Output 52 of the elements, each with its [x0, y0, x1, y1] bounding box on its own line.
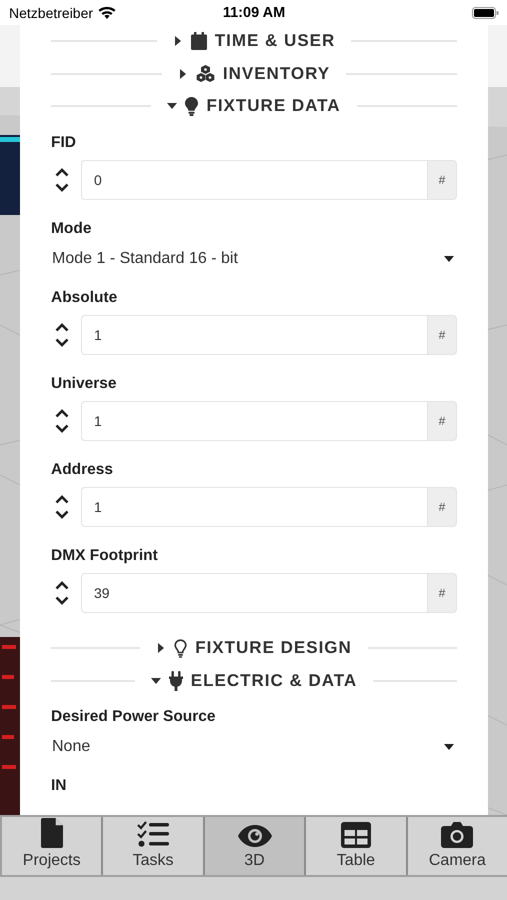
decrement-icon[interactable] — [55, 182, 69, 192]
section-header[interactable]: TIME & USER — [170, 31, 338, 52]
checklist-icon — [137, 821, 170, 848]
increment-icon[interactable] — [55, 580, 69, 590]
field-label: Absolute — [51, 288, 118, 308]
number-field[interactable]: 0 — [81, 160, 427, 200]
file-icon — [40, 818, 63, 848]
decrement-icon[interactable] — [55, 510, 69, 519]
cubes-icon — [196, 65, 215, 82]
field-label: IN — [51, 776, 66, 796]
eye-icon — [236, 824, 273, 848]
section-header[interactable]: FIXTURE DESIGN — [154, 638, 354, 658]
lightbulb-icon — [174, 638, 188, 658]
camera-icon — [441, 821, 474, 848]
field-label: Mode — [51, 218, 92, 239]
unit-addon: # — [427, 400, 457, 441]
select-dropdown[interactable]: None — [51, 736, 457, 757]
decrement-icon[interactable] — [55, 424, 69, 433]
field-label: DMX Footprint — [51, 546, 158, 566]
section-header[interactable]: ELECTRIC & DATA — [148, 670, 360, 691]
field-label: Universe — [51, 374, 116, 394]
unit-addon: # — [427, 486, 457, 527]
number-field[interactable]: 1 — [81, 400, 427, 441]
field-label: FID — [51, 132, 76, 153]
section-header[interactable]: FIXTURE DATA — [165, 96, 343, 116]
wifi-icon — [98, 6, 116, 19]
clock-time: 11:09 AM — [222, 4, 286, 20]
battery-icon — [472, 6, 500, 18]
number-field[interactable]: 1 — [81, 314, 427, 355]
decrement-icon[interactable] — [55, 338, 69, 347]
table-icon — [340, 822, 371, 848]
section-header[interactable]: INVENTORY — [176, 64, 332, 84]
caret-down-icon — [444, 256, 454, 262]
decrement-icon[interactable] — [55, 596, 69, 605]
number-field[interactable]: 39 — [81, 572, 427, 613]
select-dropdown[interactable]: Mode 1 - Standard 16 - bit — [51, 248, 457, 269]
unit-addon: # — [427, 314, 457, 355]
number-field[interactable]: 1 — [81, 486, 427, 527]
increment-icon[interactable] — [55, 168, 69, 177]
tab[interactable]: 3D — [202, 817, 304, 875]
plug-icon — [168, 670, 183, 691]
lightbulb-icon — [185, 96, 198, 116]
increment-icon[interactable] — [55, 408, 69, 418]
unit-addon: # — [427, 160, 457, 200]
field-label: Address — [51, 460, 114, 480]
caret-down-icon — [444, 744, 454, 750]
increment-icon[interactable] — [55, 322, 69, 332]
calendar-icon — [190, 32, 207, 50]
field-label: Desired Power Source — [51, 706, 216, 727]
carrier-name: Netzbetreiber — [9, 4, 94, 20]
increment-icon[interactable] — [55, 494, 69, 504]
unit-addon: # — [427, 572, 457, 613]
